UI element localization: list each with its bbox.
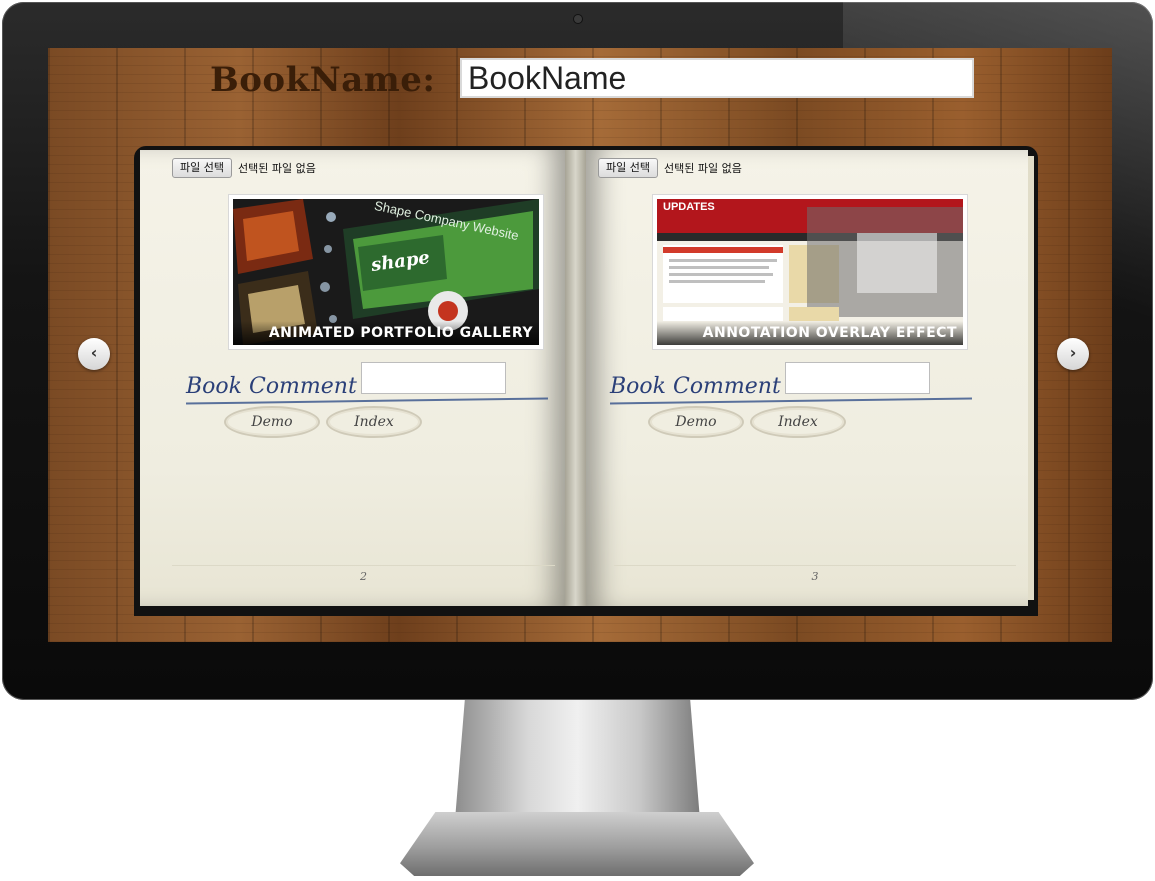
thumbnail-caption: ANIMATED PORTFOLIO GALLERY [233, 321, 539, 345]
book-comment-row: Book Comment [186, 362, 548, 405]
thumbnail-image[interactable]: UPDATES ANNOTATION OVERLAY EFFECT [652, 194, 968, 350]
book: 파일 선택 선택된 파일 없음 Shape Company Website sh… [140, 150, 1034, 606]
file-status: 선택된 파일 없음 [237, 162, 316, 175]
thumbnail-image[interactable]: Shape Company Website shape ANIMATED POR… [228, 194, 544, 350]
book-spine [565, 150, 586, 606]
page-edge [1028, 156, 1034, 600]
book-comment-label: Book Comment [610, 374, 781, 399]
page-right: 파일 선택 선택된 파일 없음 UPDATES ANNOTATION OVERL… [586, 150, 1034, 606]
book-name-input[interactable]: BookName [460, 58, 974, 98]
page-left: 파일 선택 선택된 파일 없음 Shape Company Website sh… [140, 150, 565, 606]
monitor-stand-base [400, 812, 754, 876]
book-comment-input[interactable] [361, 362, 506, 394]
screen: BookName: BookName 파일 선택 선택된 파일 없음 Shape… [48, 48, 1112, 642]
book-comment-row: Book Comment [610, 362, 972, 405]
page-number: 2 [172, 565, 555, 588]
thumbnail-caption: ANNOTATION OVERLAY EFFECT [657, 321, 963, 345]
next-page-button[interactable]: › [1057, 338, 1089, 370]
monitor-stand-neck [455, 700, 700, 820]
book-comment-label: Book Comment [186, 374, 357, 399]
thumbnail-title: UPDATES [663, 201, 715, 213]
demo-button[interactable]: Demo [224, 406, 320, 438]
page-number: 3 [614, 565, 1016, 588]
file-status: 선택된 파일 없음 [663, 162, 742, 175]
chevron-right-icon: › [1069, 343, 1077, 362]
webcam-icon [574, 15, 582, 23]
file-picker: 파일 선택 선택된 파일 없음 [598, 157, 742, 179]
file-select-button[interactable]: 파일 선택 [172, 158, 232, 178]
index-button[interactable]: Index [750, 406, 846, 438]
file-picker: 파일 선택 선택된 파일 없음 [172, 157, 316, 179]
index-button[interactable]: Index [326, 406, 422, 438]
book-comment-input[interactable] [785, 362, 930, 394]
file-select-button[interactable]: 파일 선택 [598, 158, 658, 178]
book-name-label: BookName: [210, 60, 436, 100]
demo-button[interactable]: Demo [648, 406, 744, 438]
prev-page-button[interactable]: ‹ [78, 338, 110, 370]
chevron-left-icon: ‹ [90, 343, 98, 362]
